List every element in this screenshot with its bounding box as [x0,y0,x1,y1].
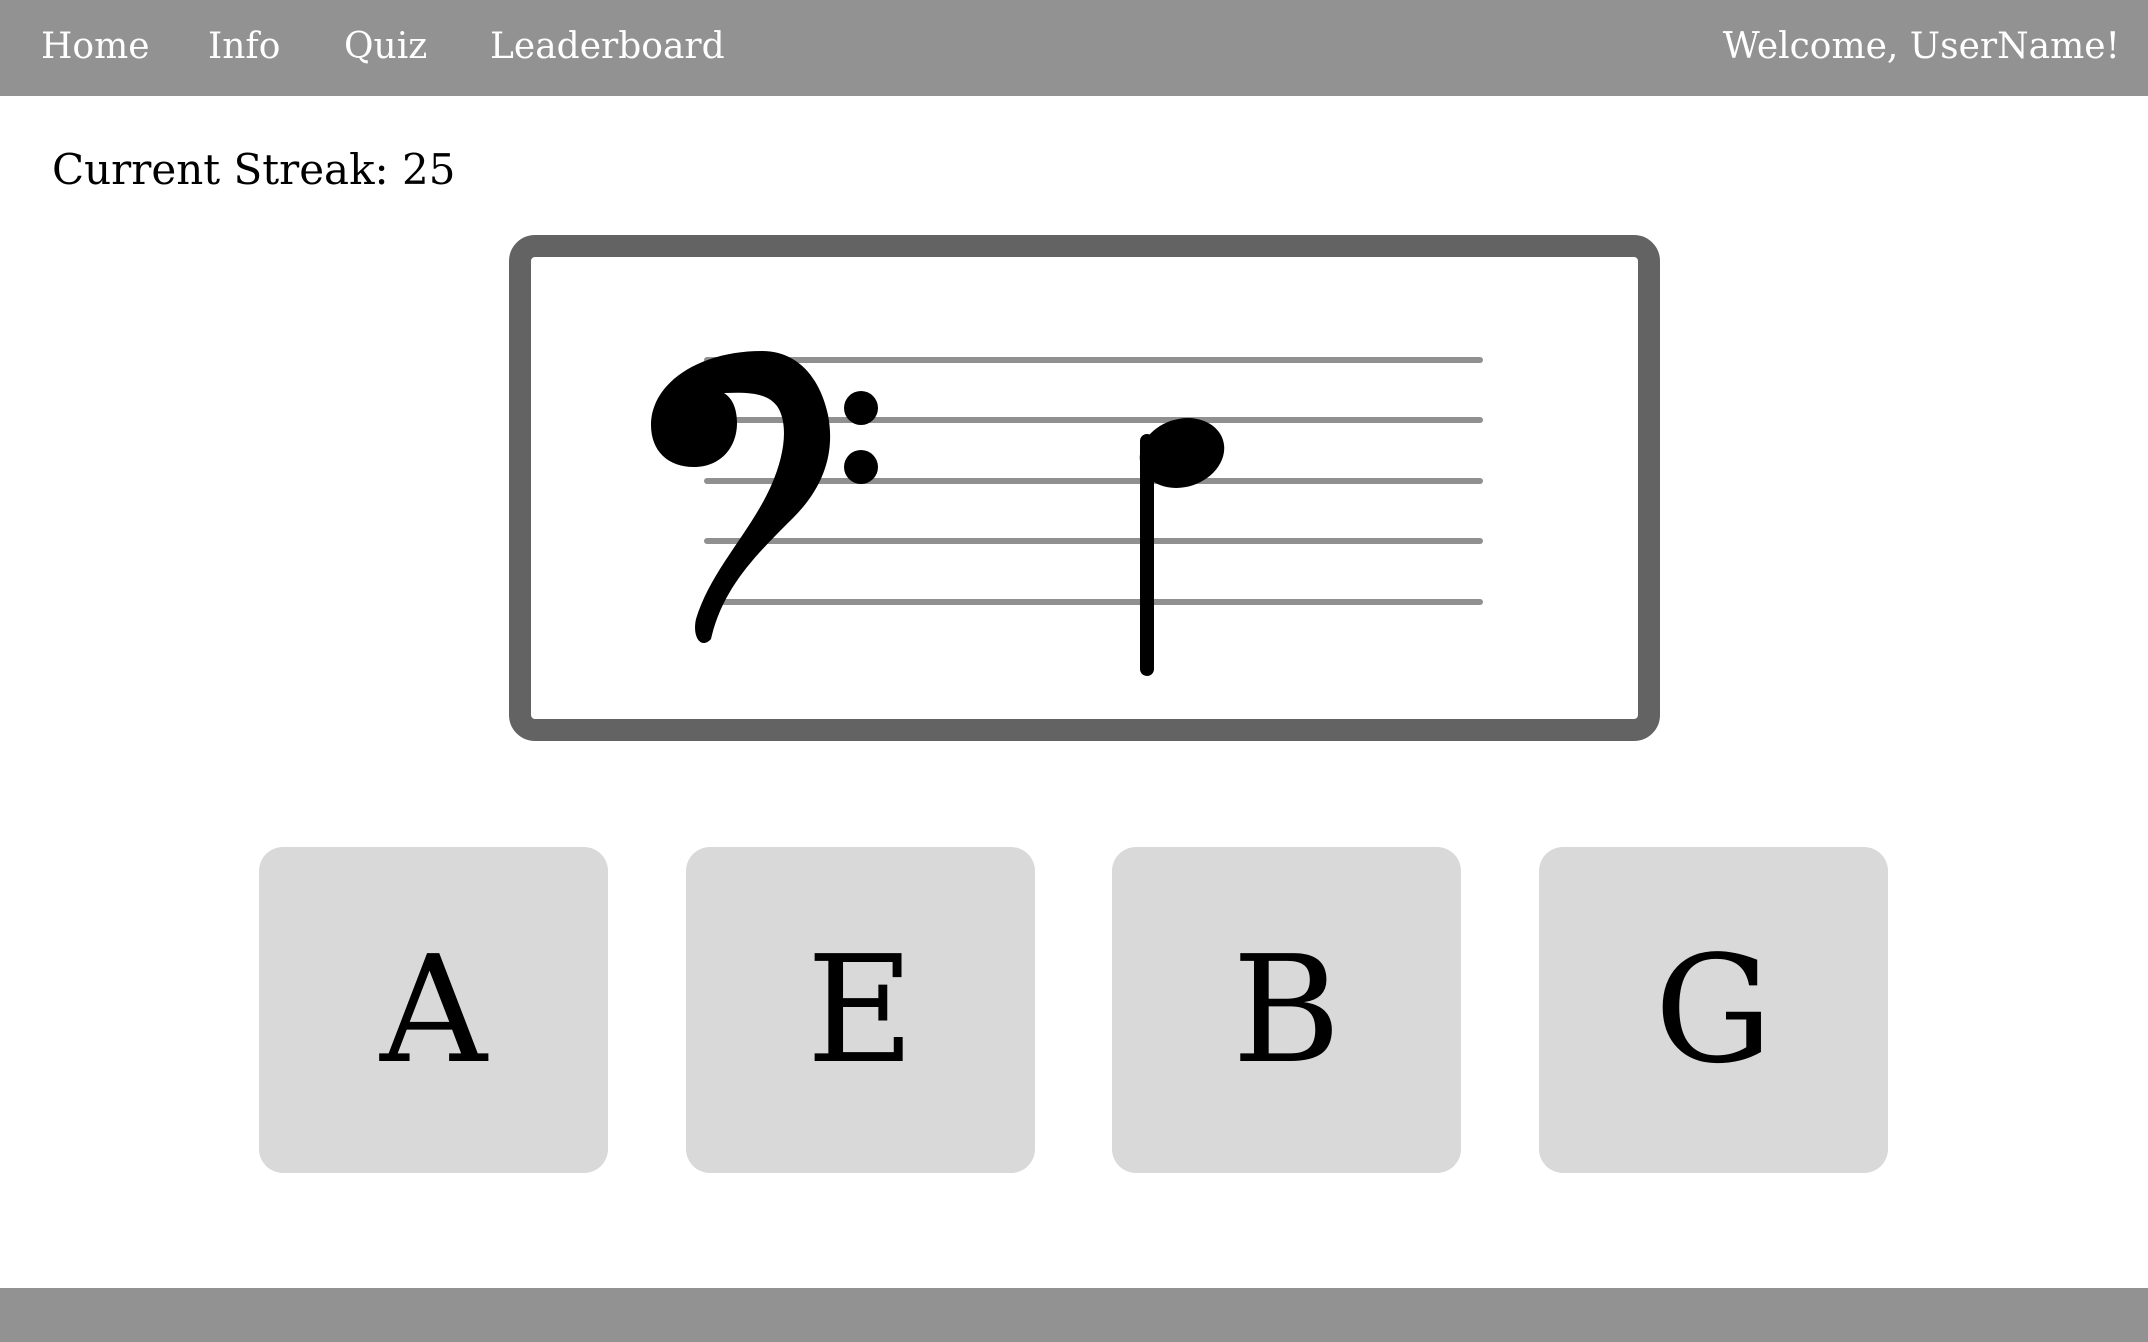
answer-a-button[interactable]: A [259,847,608,1173]
footer-bar [0,1288,2148,1342]
answer-options: A E B G [0,0,2148,1342]
answer-g-button[interactable]: G [1539,847,1888,1173]
answer-b-button[interactable]: B [1112,847,1461,1173]
answer-e-button[interactable]: E [686,847,1035,1173]
